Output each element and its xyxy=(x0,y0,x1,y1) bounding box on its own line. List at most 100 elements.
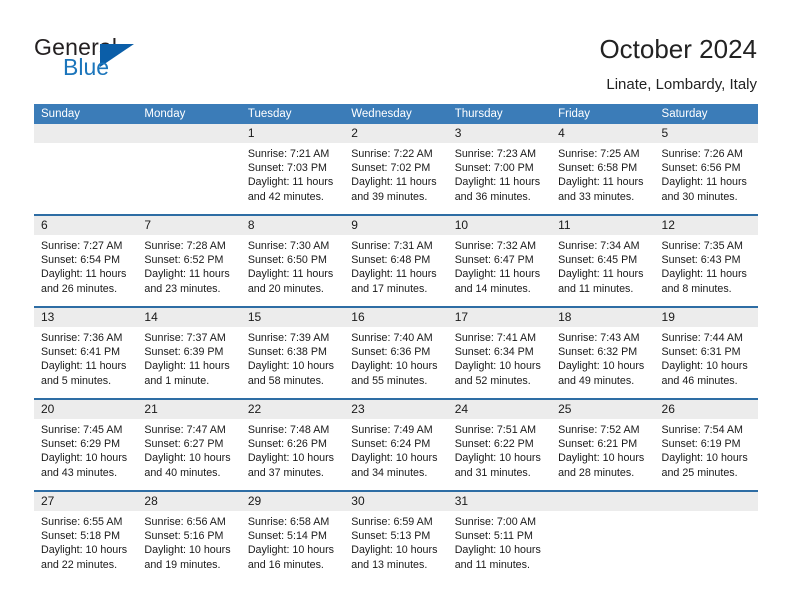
sunrise-time: Sunrise: 7:49 AM xyxy=(351,424,433,436)
calendar-day-cell-empty xyxy=(34,124,138,215)
daylight-duration-line2: and 40 minutes. xyxy=(144,466,221,479)
day-number: 7 xyxy=(137,216,241,235)
sunset-time: Sunset: 6:39 PM xyxy=(144,346,224,359)
calendar-day-cell[interactable]: 27 Sunrise: 6:55 AM Sunset: 5:18 PM Dayligh… xyxy=(34,490,138,582)
calendar-day-cell[interactable]: 3 Sunrise: 7:23 AM Sunset: 7:00 PM Daylight… xyxy=(447,124,552,215)
calendar-day-cell[interactable]: 30 Sunrise: 6:59 AM Sunset: 5:13 PM Dayligh… xyxy=(344,490,448,582)
calendar-day-cell[interactable]: 19 Sunrise: 7:44 AM Sunset: 6:31 PM Dayligh… xyxy=(654,306,758,399)
calendar-day-cell[interactable]: 16 Sunrise: 7:40 AM Sunset: 6:36 PM Dayligh… xyxy=(344,306,448,399)
calendar-day-cell[interactable]: 31 Sunrise: 7:00 AM Sunset: 5:11 PM Dayligh… xyxy=(447,490,552,582)
calendar-day-cell[interactable]: 24 Sunrise: 7:51 AM Sunset: 6:22 PM Dayligh… xyxy=(447,398,552,491)
daylight-duration-line1: Daylight: 10 hours xyxy=(247,544,334,557)
daylight-duration-line1: Daylight: 10 hours xyxy=(661,360,748,373)
calendar-day-cell[interactable]: 25 Sunrise: 7:52 AM Sunset: 6:21 PM Dayligh… xyxy=(551,398,655,491)
sunset-time: Sunset: 5:13 PM xyxy=(351,530,431,543)
calendar-day-cell[interactable]: 20 Sunrise: 7:45 AM Sunset: 6:29 PM Dayligh… xyxy=(34,398,138,491)
calendar-day-cell[interactable]: 2 Sunrise: 7:22 AM Sunset: 7:02 PM Daylight… xyxy=(344,124,448,215)
sunrise-time: Sunrise: 7:54 AM xyxy=(661,424,743,436)
calendar-day-cell[interactable]: 26 Sunrise: 7:54 AM Sunset: 6:19 PM Dayligh… xyxy=(654,398,758,491)
day-number: 24 xyxy=(447,400,552,419)
day-sun-info: Sunrise: 7:34 AM Sunset: 6:45 PM Daylight:… xyxy=(551,235,654,296)
sunrise-time: Sunrise: 7:36 AM xyxy=(41,332,123,344)
day-number: 31 xyxy=(447,492,552,511)
calendar-day-cell[interactable]: 12 Sunrise: 7:35 AM Sunset: 6:43 PM Dayligh… xyxy=(654,214,758,307)
daylight-duration-line1: Daylight: 10 hours xyxy=(247,360,334,373)
day-sun-info: Sunrise: 7:44 AM Sunset: 6:31 PM Daylight:… xyxy=(655,327,758,388)
calendar-day-cell[interactable]: 28 Sunrise: 6:56 AM Sunset: 5:16 PM Dayligh… xyxy=(137,490,241,582)
sunrise-time: Sunrise: 7:31 AM xyxy=(351,240,433,252)
day-sun-info: Sunrise: 7:28 AM Sunset: 6:52 PM Daylight:… xyxy=(137,235,240,296)
sunrise-time: Sunrise: 7:32 AM xyxy=(454,240,537,252)
day-sun-info: Sunrise: 7:31 AM Sunset: 6:48 PM Daylight:… xyxy=(344,235,447,296)
daylight-duration-line2: and 11 minutes. xyxy=(454,558,530,571)
sunset-time: Sunset: 6:50 PM xyxy=(247,254,327,267)
calendar-day-cell[interactable]: 22 Sunrise: 7:48 AM Sunset: 6:26 PM Dayligh… xyxy=(240,398,345,491)
sunrise-time: Sunrise: 7:51 AM xyxy=(454,424,537,436)
calendar-week-row: 20 Sunrise: 7:45 AM Sunset: 6:29 PM Dayligh… xyxy=(34,398,758,491)
calendar-day-cell[interactable]: 11 Sunrise: 7:34 AM Sunset: 6:45 PM Dayligh… xyxy=(551,214,655,307)
calendar-day-cell[interactable]: 23 Sunrise: 7:49 AM Sunset: 6:24 PM Dayligh… xyxy=(344,398,448,491)
calendar-day-cell[interactable]: 8 Sunrise: 7:30 AM Sunset: 6:50 PM Daylight… xyxy=(240,214,345,307)
day-sun-info: Sunrise: 7:51 AM Sunset: 6:22 PM Daylight:… xyxy=(448,419,551,480)
daylight-duration-line2: and 17 minutes. xyxy=(351,282,428,295)
weekday-header-monday: Monday xyxy=(137,104,241,124)
daylight-duration-line1: Daylight: 10 hours xyxy=(41,544,128,557)
calendar-day-cell[interactable]: 21 Sunrise: 7:47 AM Sunset: 6:27 PM Dayligh… xyxy=(137,398,241,491)
sunrise-time: Sunrise: 7:44 AM xyxy=(661,332,743,344)
calendar-page: General Blue October 2024 Linate, Lombar… xyxy=(0,0,792,612)
calendar-day-cell[interactable]: 15 Sunrise: 7:39 AM Sunset: 6:38 PM Dayligh… xyxy=(240,306,345,399)
day-sun-info: Sunrise: 7:30 AM Sunset: 6:50 PM Daylight:… xyxy=(241,235,344,296)
calendar-day-cell[interactable]: 7 Sunrise: 7:28 AM Sunset: 6:52 PM Daylight… xyxy=(137,214,241,307)
calendar-week-row: 1 Sunrise: 7:21 AM Sunset: 7:03 PM Daylight… xyxy=(34,124,758,215)
daylight-duration-line2: and 46 minutes. xyxy=(661,374,738,387)
daylight-duration-line1: Daylight: 10 hours xyxy=(454,360,541,373)
sunrise-time: Sunrise: 7:40 AM xyxy=(351,332,433,344)
sunrise-time: Sunrise: 7:39 AM xyxy=(247,332,330,344)
daylight-duration-line1: Daylight: 11 hours xyxy=(661,176,747,189)
daylight-duration-line2: and 8 minutes. xyxy=(661,282,732,295)
daylight-duration-line1: Daylight: 10 hours xyxy=(454,452,541,465)
day-sun-info: Sunrise: 7:37 AM Sunset: 6:39 PM Daylight:… xyxy=(137,327,240,388)
calendar-day-cell[interactable]: 14 Sunrise: 7:37 AM Sunset: 6:39 PM Dayligh… xyxy=(137,306,241,399)
calendar-day-cell[interactable]: 4 Sunrise: 7:25 AM Sunset: 6:58 PM Daylight… xyxy=(551,124,655,215)
page-title: October 2024 xyxy=(599,34,757,64)
calendar-day-cell[interactable]: 18 Sunrise: 7:43 AM Sunset: 6:32 PM Dayligh… xyxy=(551,306,655,399)
sunset-time: Sunset: 5:11 PM xyxy=(454,530,533,543)
day-number: 4 xyxy=(551,124,655,143)
sunset-time: Sunset: 6:29 PM xyxy=(41,438,121,451)
calendar-day-cell[interactable]: 5 Sunrise: 7:26 AM Sunset: 6:56 PM Daylight… xyxy=(654,124,758,215)
day-number: 27 xyxy=(34,492,138,511)
day-number: 2 xyxy=(344,124,448,143)
sunset-time: Sunset: 7:02 PM xyxy=(351,162,431,175)
day-sun-info: Sunrise: 7:39 AM Sunset: 6:38 PM Daylight:… xyxy=(241,327,344,388)
sunset-time: Sunset: 6:43 PM xyxy=(661,254,741,267)
daylight-duration-line2: and 30 minutes. xyxy=(661,190,738,203)
calendar-day-cell-empty xyxy=(551,490,655,582)
weekday-header-tuesday: Tuesday xyxy=(240,104,345,124)
sunset-time: Sunset: 5:14 PM xyxy=(247,530,327,543)
page-subtitle-location: Linate, Lombardy, Italy xyxy=(606,76,757,93)
sunset-time: Sunset: 6:32 PM xyxy=(558,346,638,359)
calendar-day-cell[interactable]: 29 Sunrise: 6:58 AM Sunset: 5:14 PM Dayligh… xyxy=(240,490,345,582)
calendar-day-cell[interactable]: 1 Sunrise: 7:21 AM Sunset: 7:03 PM Daylight… xyxy=(240,124,345,215)
calendar-day-cell[interactable]: 17 Sunrise: 7:41 AM Sunset: 6:34 PM Dayligh… xyxy=(447,306,552,399)
daylight-duration-line1: Daylight: 11 hours xyxy=(144,360,230,373)
calendar-day-cell[interactable]: 9 Sunrise: 7:31 AM Sunset: 6:48 PM Daylight… xyxy=(344,214,448,307)
day-number: 1 xyxy=(240,124,345,143)
daylight-duration-line1: Daylight: 11 hours xyxy=(454,176,541,189)
day-sun-info: Sunrise: 7:52 AM Sunset: 6:21 PM Daylight:… xyxy=(551,419,654,480)
day-number: 15 xyxy=(240,308,345,327)
day-number: 8 xyxy=(240,216,345,235)
daylight-duration-line2: and 52 minutes. xyxy=(454,374,531,387)
calendar-body: 1 Sunrise: 7:21 AM Sunset: 7:03 PM Daylight… xyxy=(34,124,758,582)
calendar-day-cell[interactable]: 13 Sunrise: 7:36 AM Sunset: 6:41 PM Dayligh… xyxy=(34,306,138,399)
day-number: 3 xyxy=(447,124,552,143)
general-blue-logo[interactable]: General Blue xyxy=(34,34,214,86)
calendar-day-cell[interactable]: 10 Sunrise: 7:32 AM Sunset: 6:47 PM Dayligh… xyxy=(447,214,552,307)
weekday-header-thursday: Thursday xyxy=(447,104,552,124)
calendar-day-cell[interactable]: 6 Sunrise: 7:27 AM Sunset: 6:54 PM Daylight… xyxy=(34,214,138,307)
daylight-duration-line1: Daylight: 10 hours xyxy=(247,452,334,465)
day-number: 17 xyxy=(447,308,552,327)
sunrise-time: Sunrise: 6:55 AM xyxy=(41,516,123,528)
daylight-duration-line1: Daylight: 10 hours xyxy=(144,544,231,557)
